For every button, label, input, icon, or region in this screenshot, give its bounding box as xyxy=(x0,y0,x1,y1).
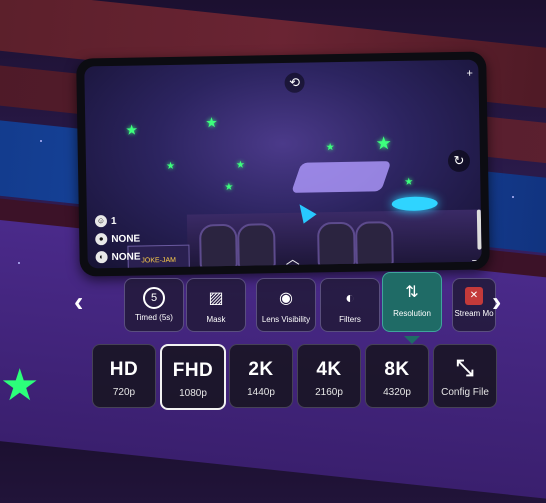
hud-value: 1 xyxy=(110,215,117,227)
hud-row: ◐ NONE xyxy=(95,248,141,267)
resolution-4k[interactable]: 4K 2160p xyxy=(297,344,361,408)
face-icon: ☺ xyxy=(94,215,108,228)
resolution-value: 1440p xyxy=(247,387,275,398)
resolution-value: 720p xyxy=(112,387,136,398)
previous-arrow-icon[interactable]: ‹ xyxy=(74,286,83,318)
seat xyxy=(199,223,238,269)
resolution-name: 2K xyxy=(248,359,274,380)
camera-tools-bar: ‹ 5 Timed (5s) ▨ Mask ◉ Lens Visibility … xyxy=(72,272,532,336)
filters-icon: ◐ xyxy=(345,290,355,307)
green-star-icon: ★ xyxy=(375,133,392,154)
stream-mode-button[interactable]: ✕ Stream Mo xyxy=(452,278,496,332)
seat xyxy=(317,221,356,269)
lens-icon: ◉ xyxy=(279,290,293,307)
rotate-icon[interactable]: ↻ xyxy=(447,149,471,173)
chevron-up-icon[interactable]: ︿ xyxy=(285,249,300,269)
resolution-name: 4K xyxy=(316,359,342,380)
green-star-icon: ★ xyxy=(205,114,218,131)
stream-icon: ✕ xyxy=(465,287,483,305)
resolution-name: HD xyxy=(109,359,139,380)
ceiling-light xyxy=(291,161,392,193)
green-star-icon: ★ xyxy=(325,142,335,154)
green-star-icon: ★ xyxy=(404,176,414,188)
zoom-in-icon[interactable]: + xyxy=(466,68,473,80)
lens-visibility-label: Lens Visibility xyxy=(261,315,311,324)
camera-preview: JOKE-JAM ★ ★ ★ ★ ★ ★ ★ ★ ⟲ + ↻ ︿ − ☺ 1 ●… xyxy=(84,59,482,269)
resolution-config-file[interactable]: ⤡ Config File xyxy=(433,344,497,408)
resolution-name: 8K xyxy=(384,359,410,380)
stream-mode-label: Stream Mo xyxy=(454,309,494,318)
config-file-icon: ⤡ xyxy=(455,355,475,380)
filters-button[interactable]: ◐ Filters xyxy=(320,278,380,332)
resolution-options: HD 720p FHD 1080p 2K 1440p 4K 2160p 8K 4… xyxy=(92,344,502,410)
green-star-icon: ★ xyxy=(165,160,176,173)
timer-icon: 5 xyxy=(143,287,165,309)
resolution-label: Resolution xyxy=(393,309,431,318)
green-star-icon: ★ xyxy=(235,159,246,171)
resolution-8k[interactable]: 8K 4320p xyxy=(365,344,429,408)
glowing-ring xyxy=(391,196,438,212)
resolution-hd[interactable]: HD 720p xyxy=(92,344,156,408)
timed-label: Timed (5s) xyxy=(135,313,173,322)
zoom-out-icon[interactable]: − xyxy=(472,256,478,267)
switch-camera-icon[interactable]: ⟲ xyxy=(284,72,305,93)
zoom-slider[interactable] xyxy=(476,209,482,250)
camera-phone: JOKE-JAM ★ ★ ★ ★ ★ ★ ★ ★ ⟲ + ↻ ︿ − ☺ 1 ●… xyxy=(76,51,490,277)
background-dot xyxy=(512,196,514,198)
mask-label: Mask xyxy=(206,315,226,324)
resolution-icon: ⇅ xyxy=(405,284,419,301)
seat xyxy=(355,221,394,268)
hud-row: ● NONE xyxy=(95,230,140,249)
filters-label: Filters xyxy=(339,315,361,324)
background-dot xyxy=(40,140,42,142)
green-star-icon: ★ xyxy=(224,181,234,194)
resolution-value: 2160p xyxy=(315,387,343,398)
green-star-icon: ★ xyxy=(0,361,40,410)
resolution-value: Config File xyxy=(441,387,489,398)
hud-row: ☺ 1 xyxy=(94,212,140,231)
resolution-2k[interactable]: 2K 1440p xyxy=(229,344,293,408)
users-icon: ● xyxy=(95,233,108,246)
background-dot xyxy=(18,262,20,264)
mask-icon: ▨ xyxy=(208,290,224,307)
resolution-button[interactable]: ⇅ Resolution xyxy=(382,272,442,332)
hud-status: ☺ 1 ● NONE ◐ NONE xyxy=(94,212,141,267)
selected-caret xyxy=(404,336,420,344)
hud-value: NONE xyxy=(111,233,141,245)
resolution-value: 1080p xyxy=(179,388,207,399)
next-arrow-icon[interactable]: › xyxy=(492,286,501,318)
green-star-icon: ★ xyxy=(125,121,139,138)
resolution-value: 4320p xyxy=(383,387,411,398)
toggle-icon: ◐ xyxy=(95,251,108,264)
seat xyxy=(237,223,276,269)
lens-visibility-button[interactable]: ◉ Lens Visibility xyxy=(256,278,316,332)
hud-value: NONE xyxy=(111,251,141,263)
resolution-fhd[interactable]: FHD 1080p xyxy=(160,344,226,410)
timed-button[interactable]: 5 Timed (5s) xyxy=(124,278,184,332)
mask-button[interactable]: ▨ Mask xyxy=(186,278,246,332)
resolution-name: FHD xyxy=(172,360,214,381)
